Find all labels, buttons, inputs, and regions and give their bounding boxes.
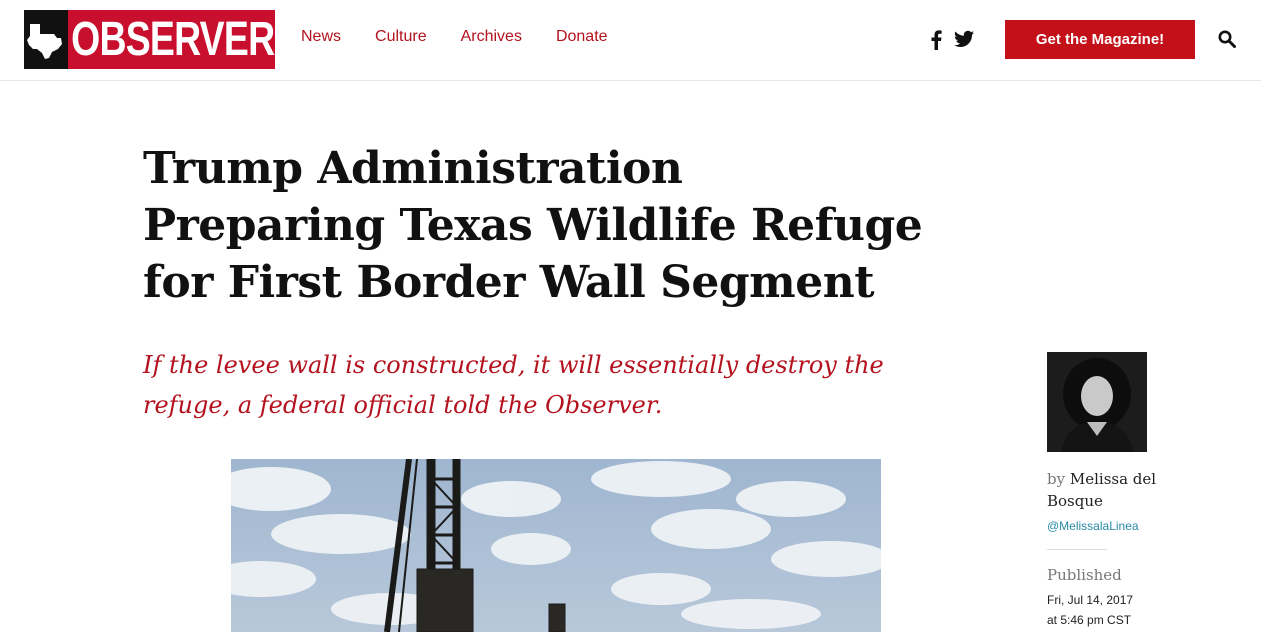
nav-link-culture[interactable]: Culture bbox=[375, 28, 427, 46]
title-line: Trump Administration bbox=[143, 143, 683, 194]
published-label: Published bbox=[1047, 566, 1122, 584]
social-links bbox=[930, 30, 974, 55]
article-title: Trump Administration Preparing Texas Wil… bbox=[143, 140, 963, 311]
dek-line: refuge, a federal official told the Obse… bbox=[143, 391, 663, 419]
twitter-icon[interactable] bbox=[954, 30, 974, 55]
dek-line: If the levee wall is constructed, it wil… bbox=[143, 351, 884, 379]
search-icon[interactable] bbox=[1218, 30, 1236, 53]
author-photo bbox=[1047, 352, 1147, 452]
author-byline: by Melissa del Bosque bbox=[1047, 468, 1197, 512]
facebook-icon[interactable] bbox=[930, 30, 942, 55]
title-line: Preparing Texas Wildlife Refuge bbox=[143, 200, 923, 251]
main-nav: News Culture Archives Donate bbox=[301, 28, 608, 46]
title-line: for First Border Wall Segment bbox=[143, 257, 875, 308]
author-twitter-handle[interactable]: @MelissalaLinea bbox=[1047, 519, 1139, 533]
sidebar-divider bbox=[1047, 549, 1107, 550]
observer-logo[interactable]: OBSERVER bbox=[24, 10, 275, 69]
published-time: at 5:46 pm CST bbox=[1047, 613, 1132, 627]
get-magazine-button[interactable]: Get the Magazine! bbox=[1005, 20, 1195, 59]
nav-link-donate[interactable]: Donate bbox=[556, 28, 608, 46]
byline-prefix: by bbox=[1047, 470, 1066, 488]
logo-wordmark: OBSERVER bbox=[71, 13, 275, 66]
article-dek: If the levee wall is constructed, it wil… bbox=[143, 345, 943, 425]
published-date: Fri, Jul 14, 2017 bbox=[1047, 593, 1134, 607]
site-header: OBSERVER News Culture Archives Donate Ge… bbox=[0, 0, 1261, 81]
texas-map-icon bbox=[24, 10, 68, 69]
hero-image bbox=[231, 459, 881, 632]
nav-link-news[interactable]: News bbox=[301, 28, 341, 46]
nav-link-archives[interactable]: Archives bbox=[461, 28, 522, 46]
